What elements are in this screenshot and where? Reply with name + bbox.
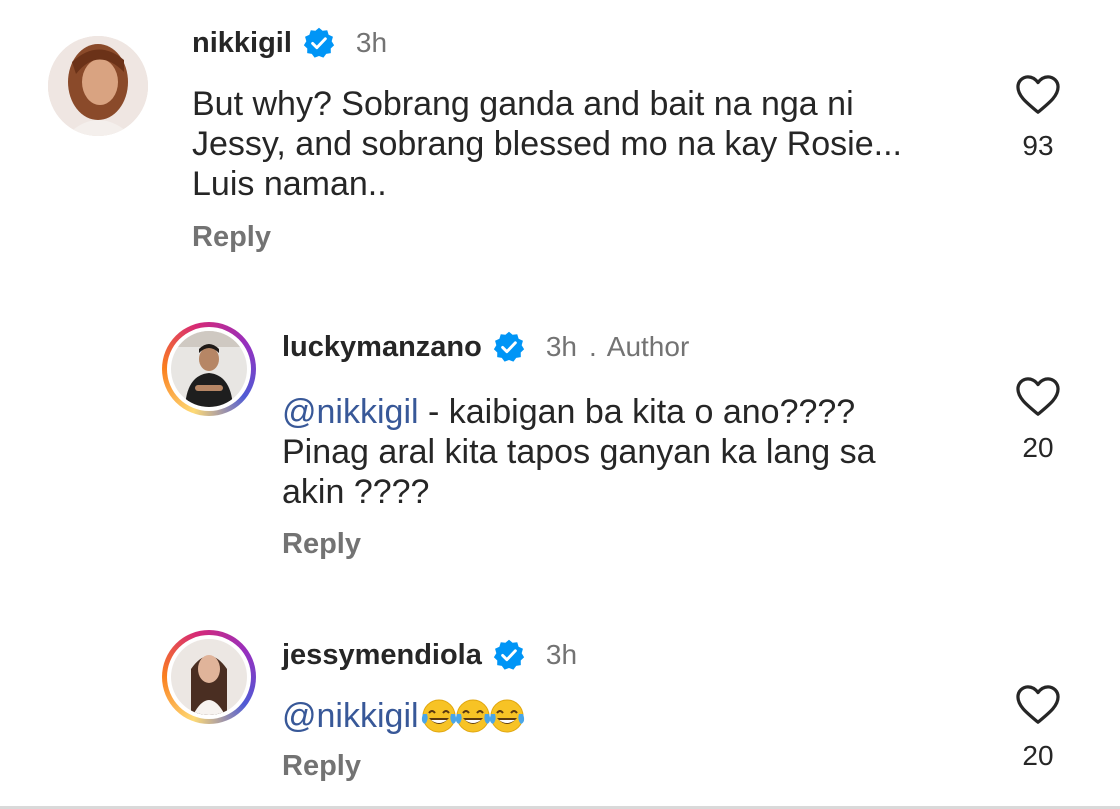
avatar[interactable] bbox=[162, 322, 256, 416]
avatar-photo bbox=[48, 36, 148, 136]
timestamp: 3h bbox=[545, 639, 578, 670]
comment-text: But why? Sobrang ganda and bait na nga n… bbox=[192, 84, 972, 204]
heart-outline-icon bbox=[1016, 685, 1060, 724]
mention-link[interactable]: @nikkigil bbox=[282, 696, 419, 736]
emoji-group bbox=[421, 696, 527, 736]
username[interactable]: luckymanzano bbox=[282, 331, 482, 364]
comment-text: @nikkigil bbox=[282, 696, 1062, 736]
heart-outline-icon bbox=[1016, 377, 1060, 416]
avatar-photo bbox=[171, 639, 247, 715]
username[interactable]: jessymendiola bbox=[282, 639, 482, 672]
verified-badge-icon bbox=[493, 639, 525, 670]
like-count: 93 bbox=[1022, 130, 1054, 161]
separator-dot: . bbox=[589, 331, 597, 362]
reply-button[interactable]: Reply bbox=[192, 221, 271, 254]
reply-button[interactable]: Reply bbox=[282, 750, 361, 783]
avatar-photo bbox=[171, 331, 247, 407]
comment-line: @nikkigil - kaibigan ba kita o ano???? bbox=[282, 392, 1062, 432]
comment-luckymanzano: luckymanzano 3h . Author @nikkigil - kai… bbox=[0, 300, 1120, 600]
like-button[interactable]: 20 bbox=[1008, 684, 1068, 772]
comment-nikkigil: nikkigil 3h But why? Sobrang ganda and b… bbox=[0, 0, 1120, 290]
comment-line: Pinag aral kita tapos ganyan ka lang sa bbox=[282, 433, 876, 471]
avatar[interactable] bbox=[48, 36, 148, 136]
timestamp: 3h bbox=[355, 27, 388, 58]
reply-button[interactable]: Reply bbox=[282, 528, 361, 561]
comment-jessymendiola: jessymendiola 3h @nikkigil Reply 20 bbox=[0, 610, 1120, 806]
like-count: 20 bbox=[1022, 432, 1054, 463]
like-count: 20 bbox=[1022, 740, 1054, 771]
verified-badge-icon bbox=[493, 331, 524, 362]
comment-line: Luis naman.. bbox=[192, 165, 387, 203]
avatar[interactable] bbox=[162, 630, 256, 724]
verified-badge-icon bbox=[303, 27, 335, 58]
heart-outline-icon bbox=[1016, 75, 1060, 114]
like-button[interactable]: 93 bbox=[1008, 74, 1068, 162]
username[interactable]: nikkigil bbox=[192, 27, 292, 60]
comment-line: But why? Sobrang ganda and bait na nga n… bbox=[192, 85, 854, 123]
comment-line: akin ???? bbox=[282, 473, 430, 511]
like-button[interactable]: 20 bbox=[1008, 376, 1068, 464]
timestamp: 3h bbox=[545, 331, 577, 362]
mention-link[interactable]: @nikkigil bbox=[282, 393, 419, 431]
author-badge: Author bbox=[606, 331, 690, 362]
comment-line: Jessy, and sobrang blessed mo na kay Ros… bbox=[192, 125, 902, 163]
comment-text: @nikkigil - kaibigan ba kita o ano???? P… bbox=[282, 392, 1062, 512]
face-with-tears-of-joy-icon bbox=[489, 699, 524, 733]
comment-line-text: - kaibigan ba kita o ano???? bbox=[418, 393, 856, 431]
